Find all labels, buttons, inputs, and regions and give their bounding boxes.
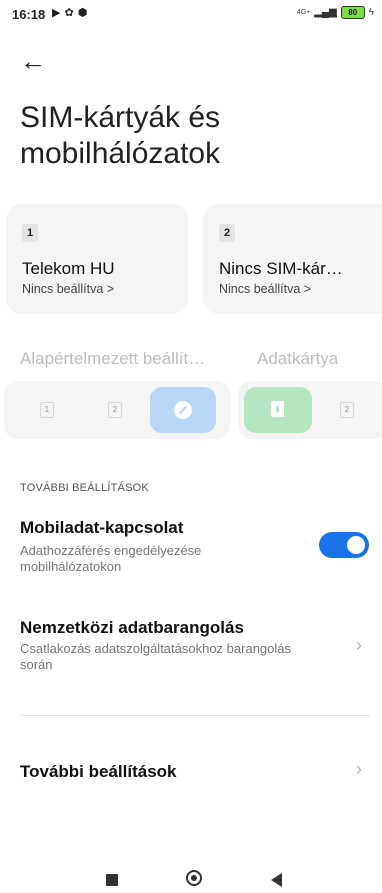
- toggle-knob: [347, 536, 365, 554]
- sim-slot-icon: 1: [22, 224, 38, 242]
- network-type-label: 4G+: [296, 9, 311, 16]
- status-right-icons: 4G+ ▂▄▆ 80 ϟ: [297, 6, 374, 19]
- page-title: SIM-kártyák és mobilhálózatok: [20, 100, 220, 172]
- play-icon: ▶: [52, 7, 61, 19]
- sim-card-2[interactable]: 2 Nincs SIM-kár… Nincs beállítva >: [203, 204, 382, 314]
- home-circle-icon[interactable]: [186, 870, 202, 886]
- battery-icon: 80: [340, 6, 365, 19]
- page-title-line2: mobilhálózatok: [20, 137, 221, 170]
- sim-slot-icon: 2: [219, 224, 235, 242]
- back-arrow-icon[interactable]: ←: [20, 46, 46, 77]
- data-card-label: Adatkártya: [257, 349, 339, 368]
- status-time: 16:18: [12, 7, 46, 22]
- chevron-right-icon: ›: [356, 635, 362, 655]
- sim-card-name: Nincs SIM-kár…: [219, 259, 343, 278]
- mobile-data-subtitle: Adathozzáférés engedélyezése mobilhálóza…: [20, 543, 202, 574]
- mobile-data-toggle[interactable]: [319, 532, 369, 558]
- section-header: TOVÁBBI BEÁLLÍTÁSOK: [20, 482, 149, 494]
- roaming-row[interactable]: Nemzetközi adatbarangolás Csatlakozás ad…: [0, 610, 382, 680]
- more-settings-row[interactable]: További beállítások ›: [0, 750, 382, 794]
- sim-card-status: Nincs beállítva >: [219, 282, 312, 296]
- sim-icon: [271, 401, 284, 417]
- recents-square-icon[interactable]: [106, 874, 118, 886]
- compass-icon: [174, 401, 192, 419]
- default-settings-label: Alapértelmezett beállít…: [20, 349, 206, 368]
- roaming-subtitle: Csatlakozás adatszolgáltatásokhoz barang…: [20, 641, 292, 672]
- back-triangle-icon[interactable]: [271, 873, 282, 887]
- sim-2-option[interactable]: 2: [108, 402, 122, 418]
- sim-card-name: Telekom HU: [22, 259, 115, 278]
- roaming-title: Nemzetközi adatbarangolás: [20, 618, 244, 637]
- default-sim-selector: 1 2: [4, 381, 230, 439]
- data-sim-selector: 2: [238, 381, 382, 439]
- signal-icon: ▂▄▆: [314, 7, 337, 18]
- status-notification-icons: ▶ ✿ ⬢: [52, 6, 87, 19]
- chevron-right-icon: ›: [356, 759, 362, 779]
- more-settings-title: További beállítások: [20, 762, 177, 781]
- gear-icon: ✿: [64, 7, 74, 19]
- data-sim-2-option[interactable]: 2: [340, 402, 354, 418]
- sim-card-1[interactable]: 1 Telekom HU Nincs beállítva >: [6, 204, 188, 314]
- data-sim-1-option[interactable]: [244, 387, 312, 433]
- mobile-data-title: Mobiladat-kapcsolat: [20, 518, 184, 537]
- sim-card-status: Nincs beállítva >: [22, 282, 115, 296]
- page-title-line1: SIM-kártyák és: [20, 101, 221, 134]
- sim-1-option[interactable]: 1: [40, 402, 54, 418]
- shield-icon: ⬢: [77, 7, 88, 19]
- ask-every-time-option[interactable]: [150, 387, 216, 433]
- divider: [20, 715, 370, 716]
- charging-icon: ϟ: [368, 7, 374, 18]
- status-bar: 16:18 ▶ ✿ ⬢ 4G+ ▂▄▆ 80 ϟ: [0, 0, 382, 28]
